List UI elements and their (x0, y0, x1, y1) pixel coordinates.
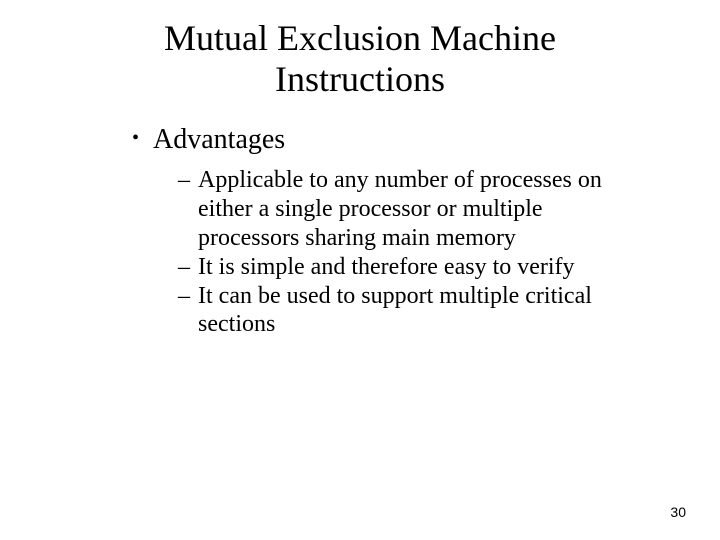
bullet-level2: – It is simple and therefore easy to ver… (178, 253, 620, 282)
bullet-level1: • Advantages (132, 123, 660, 157)
bullet-level2: – It can be used to support multiple cri… (178, 282, 620, 340)
bullet-dash-icon: – (178, 282, 190, 311)
bullet-level2-text: It is simple and therefore easy to verif… (198, 253, 575, 282)
bullet-level2-text: Applicable to any number of processes on… (198, 166, 620, 252)
slide-title: Mutual Exclusion Machine Instructions (60, 18, 660, 101)
bullet-level1-text: Advantages (153, 123, 285, 157)
page-number: 30 (670, 504, 686, 520)
slide: Mutual Exclusion Machine Instructions • … (0, 0, 720, 339)
bullet-level2: – Applicable to any number of processes … (178, 166, 620, 252)
bullet-level2-text: It can be used to support multiple criti… (198, 282, 620, 340)
bullet-dash-icon: – (178, 253, 190, 282)
bullet-dot-icon: • (132, 123, 139, 153)
bullet-dash-icon: – (178, 166, 190, 195)
